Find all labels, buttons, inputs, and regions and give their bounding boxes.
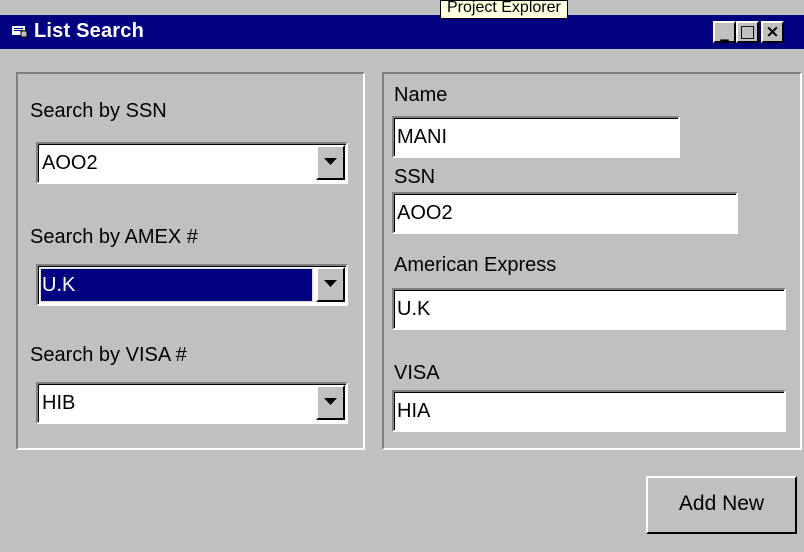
close-button[interactable]: × xyxy=(761,21,784,43)
search-ssn-label: Search by SSN xyxy=(30,100,167,122)
ssn-field[interactable]: AOO2 xyxy=(392,192,738,234)
chevron-down-icon xyxy=(324,280,337,287)
name-label: Name xyxy=(394,84,448,106)
ssn-label: SSN xyxy=(394,166,436,188)
visa-label: VISA xyxy=(394,362,440,384)
visa-value: HIA xyxy=(397,400,431,422)
amex-label: American Express xyxy=(394,254,557,276)
amex-value: U.K xyxy=(397,298,431,320)
chevron-down-icon xyxy=(324,398,337,405)
maximize-icon: □ xyxy=(739,22,756,42)
ssn-dropdown-button[interactable] xyxy=(316,145,345,180)
close-icon: × xyxy=(765,22,780,42)
search-ssn-combo[interactable]: AOO2 xyxy=(36,142,348,184)
search-visa-combo[interactable]: HIB xyxy=(36,382,348,424)
amex-dropdown-button[interactable] xyxy=(316,267,345,302)
search-amex-label: Search by AMEX # xyxy=(30,226,198,248)
app-icon xyxy=(12,25,28,38)
search-amex-combo[interactable]: U.K xyxy=(36,264,348,306)
minimize-button[interactable]: _ xyxy=(713,21,736,43)
search-amex-value: U.K xyxy=(42,274,76,296)
search-ssn-value: AOO2 xyxy=(42,152,98,174)
search-visa-value: HIB xyxy=(42,392,76,414)
visa-dropdown-button[interactable] xyxy=(316,385,345,420)
add-new-button[interactable]: Add New xyxy=(646,476,797,534)
tooltip: Project Explorer xyxy=(440,0,568,19)
minimize-icon: _ xyxy=(720,22,729,42)
window-title: List Search xyxy=(34,20,145,42)
title-bar[interactable]: List Search _ □ × xyxy=(0,15,804,49)
list-search-window: List Search _ □ × Project Explorer Searc… xyxy=(0,0,804,552)
name-value: MANI xyxy=(397,126,447,148)
amex-field[interactable]: U.K xyxy=(392,288,786,330)
chevron-down-icon xyxy=(324,158,337,165)
maximize-button[interactable]: □ xyxy=(736,21,759,43)
name-field[interactable]: MANI xyxy=(392,116,680,158)
visa-field[interactable]: HIA xyxy=(392,390,786,432)
search-visa-label: Search by VISA # xyxy=(30,344,187,366)
ssn-value: AOO2 xyxy=(397,202,453,224)
